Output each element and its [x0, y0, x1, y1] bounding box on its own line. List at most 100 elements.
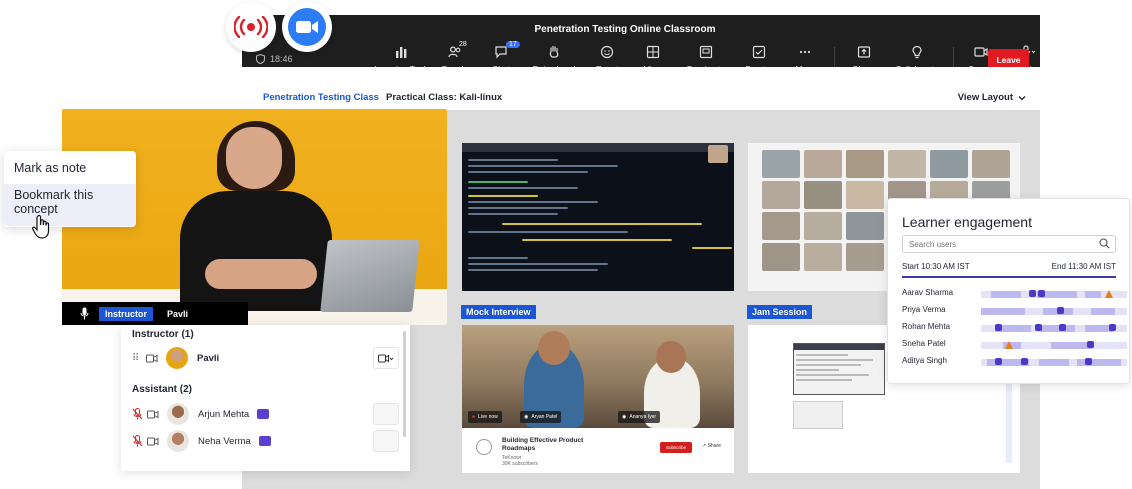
- mic-muted-icon[interactable]: [132, 408, 143, 420]
- subscribe-button[interactable]: Subscribe: [660, 442, 692, 453]
- share-arrow-icon: ↗: [702, 443, 707, 449]
- camera-toggle-button[interactable]: [373, 347, 399, 369]
- chevron-down-icon: [1018, 95, 1026, 100]
- view-layout-dropdown[interactable]: View Layout: [958, 92, 1026, 103]
- engagement-row[interactable]: Sneha Patel: [902, 339, 1127, 351]
- person-icon: ◉: [524, 414, 529, 420]
- jam-session-label: Jam Session: [747, 305, 813, 319]
- collaborate-icon: [912, 45, 922, 59]
- meeting-time: 18:46: [270, 54, 293, 64]
- learning-tools-icon: [396, 47, 407, 58]
- gallery-video-cell: [804, 181, 842, 209]
- chat-marker-icon: [1029, 290, 1036, 297]
- camera-icon[interactable]: [147, 437, 159, 446]
- engagement-row[interactable]: Aarav Sharma: [902, 288, 1127, 300]
- terminal-line: [468, 171, 588, 173]
- gallery-video-cell: [846, 243, 884, 271]
- terminal-line: [468, 257, 528, 259]
- session-end-time: End 11:30 AM IST: [1051, 262, 1116, 271]
- learner-name: Aditya Singh: [902, 356, 947, 365]
- terminal-line: [468, 201, 598, 203]
- participant-name: Pavli: [197, 352, 220, 364]
- gallery-video-cell: [804, 150, 842, 178]
- hand-cursor-icon: [32, 214, 50, 239]
- gallery-video-cell: [762, 243, 800, 271]
- terminal-annotation: [522, 239, 672, 241]
- search-icon[interactable]: [1099, 238, 1110, 249]
- chat-marker-icon: [995, 358, 1002, 365]
- instructor-arms: [205, 259, 317, 289]
- chat-marker-icon: [1035, 324, 1042, 331]
- gallery-video-cell: [762, 150, 800, 178]
- interviewee-face: [538, 331, 570, 365]
- broadcast-icon: [234, 16, 268, 38]
- zoom-video-icon: [288, 8, 326, 46]
- drag-handle-icon[interactable]: ⠿: [132, 353, 144, 364]
- engagement-segment: [1041, 325, 1075, 332]
- camera-icon[interactable]: [147, 410, 159, 419]
- timeline-rule: [902, 276, 1116, 278]
- instructor-section-header: Instructor (1): [132, 329, 194, 340]
- terminal-line: [468, 231, 628, 233]
- search-users-input[interactable]: [902, 235, 1116, 253]
- channel-logo: [476, 439, 492, 455]
- gallery-video-cell: [846, 150, 884, 178]
- alert-marker-icon: [1105, 290, 1113, 298]
- learner-name: Sneha Patel: [902, 339, 946, 348]
- participant-control-box[interactable]: [373, 403, 399, 425]
- chat-marker-icon: [1109, 324, 1116, 331]
- engagement-row[interactable]: Priya Verma: [902, 305, 1127, 317]
- engagement-segment: [991, 291, 1021, 298]
- gallery-video-cell: [972, 150, 1010, 178]
- view-icon: [646, 45, 660, 59]
- learner-name: Priya Verma: [902, 305, 946, 314]
- speaker-name: Pavli: [167, 308, 189, 319]
- terminal-line: [468, 165, 618, 167]
- speaker-name-bar: Instructor Pavli: [62, 302, 248, 325]
- chat-marker-icon: [1059, 324, 1066, 331]
- participants-scrollbar[interactable]: [403, 331, 406, 437]
- engagement-track: [981, 307, 1127, 315]
- window-title: Penetration Testing Online Classroom: [534, 24, 716, 35]
- participant-row-pavli[interactable]: ⠿ Pavli: [132, 346, 399, 370]
- mark-as-note-item[interactable]: Mark as note: [4, 161, 136, 175]
- engagement-segment: [1039, 359, 1069, 366]
- chat-marker-icon: [1087, 341, 1094, 348]
- instructor-face: [226, 127, 282, 189]
- bookmark-concept-item[interactable]: Bookmark this concept: [4, 184, 136, 226]
- chat-message-icon[interactable]: [258, 436, 271, 446]
- mic-muted-icon[interactable]: [132, 435, 143, 447]
- more-icon: [799, 50, 811, 54]
- terminal-line: [468, 207, 568, 209]
- participant-row-arjun[interactable]: Arjun Mehta: [132, 402, 399, 426]
- engagement-track: [981, 290, 1127, 298]
- tab-penetration-testing-class[interactable]: Penetration Testing Class: [263, 92, 379, 103]
- camera-icon[interactable]: [146, 354, 158, 363]
- engagement-row[interactable]: Aditya Singh: [902, 356, 1127, 368]
- chat-marker-icon: [1038, 290, 1045, 297]
- terminal-screen-tile[interactable]: [462, 143, 734, 291]
- meeting-clock: 18:46: [256, 54, 293, 64]
- participant-row-neha[interactable]: Neha Verma: [132, 429, 399, 453]
- terminal-line: [468, 181, 528, 183]
- person-icon: ◉: [622, 414, 627, 420]
- record-button[interactable]: [226, 2, 276, 52]
- video-title: Building Effective Product Roadmaps: [502, 437, 584, 452]
- mock-interview-tile[interactable]: ● Live now ◉ Aryan Patel ◉ Ananya Iyer B…: [462, 325, 734, 473]
- participant-name: Neha Verma: [198, 435, 251, 447]
- live-now-chip: ● Live now: [468, 411, 502, 423]
- tabs-background: [242, 67, 1040, 82]
- terminal-titlebar: [462, 143, 734, 152]
- gallery-video-cell: [804, 243, 842, 271]
- tab-practical-class[interactable]: Practical Class: Kali-linux: [386, 92, 502, 103]
- video-call-button[interactable]: [282, 2, 332, 52]
- share-link[interactable]: ↗ Share: [702, 443, 721, 449]
- shield-icon: [256, 54, 265, 64]
- terminal-annotation: [468, 195, 538, 197]
- participants-panel: Instructor (1) ⠿ Pavli Assistant (2) Arj…: [121, 325, 410, 471]
- gallery-video-cell: [804, 212, 842, 240]
- engagement-title: Learner engagement: [902, 214, 1032, 230]
- participant-control-box[interactable]: [373, 430, 399, 452]
- chat-message-icon[interactable]: [257, 409, 270, 419]
- engagement-row[interactable]: Rohan Mehta: [902, 322, 1127, 334]
